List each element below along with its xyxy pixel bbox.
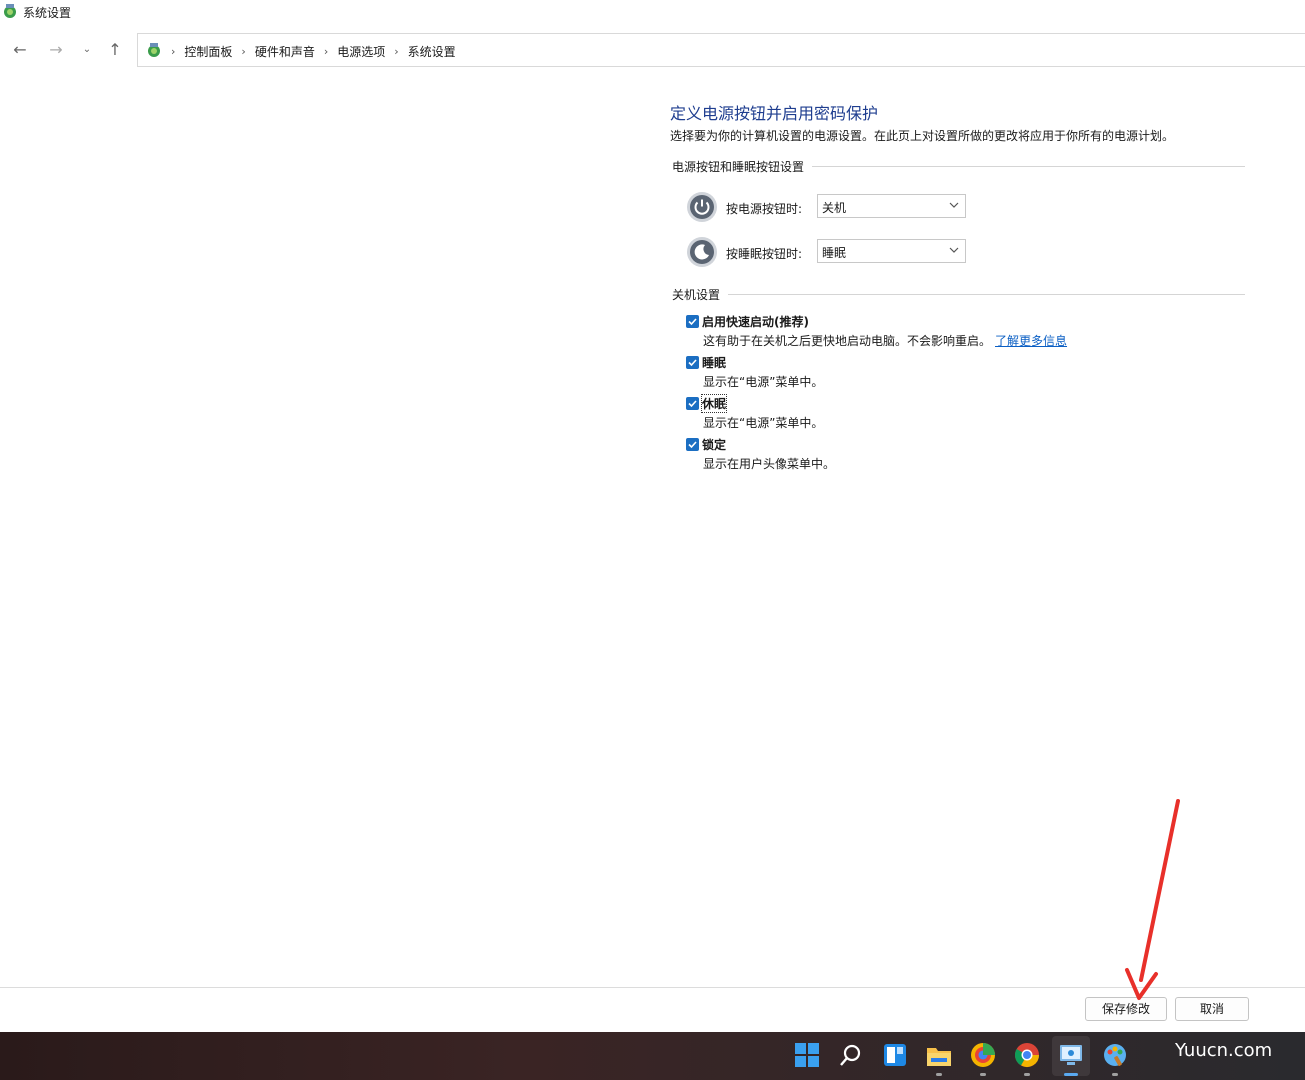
control-panel-icon bbox=[148, 43, 160, 57]
breadcrumb-control-panel[interactable]: 控制面板 bbox=[184, 43, 232, 60]
address-bar[interactable]: › 控制面板 › 硬件和声音 › 电源选项 › 系统设置 bbox=[137, 33, 1305, 67]
fast-startup-description: 这有助于在关机之后更快地启动电脑。不会影响重启。 了解更多信息 bbox=[703, 332, 1067, 349]
checkmark-icon bbox=[688, 400, 697, 408]
fast-startup-checkbox[interactable] bbox=[686, 315, 699, 328]
hibernate-checkbox[interactable] bbox=[686, 397, 699, 410]
active-indicator bbox=[1064, 1073, 1078, 1076]
select-value: 睡眠 bbox=[822, 246, 847, 260]
learn-more-link[interactable]: 了解更多信息 bbox=[995, 334, 1067, 348]
forward-arrow-icon[interactable]: → bbox=[47, 41, 65, 59]
photos-app-icon[interactable] bbox=[970, 1042, 996, 1068]
select-value: 关机 bbox=[822, 201, 847, 215]
back-arrow-icon[interactable]: ← bbox=[11, 41, 29, 59]
search-icon[interactable] bbox=[838, 1042, 864, 1068]
paint-app-icon[interactable] bbox=[1102, 1042, 1128, 1068]
sleep-button-row: 按睡眠按钮时: 睡眠 bbox=[686, 236, 986, 268]
sleep-label[interactable]: 睡眠 bbox=[702, 354, 726, 371]
power-button-label: 按电源按钮时: bbox=[726, 202, 803, 216]
chevron-down-icon bbox=[949, 247, 959, 253]
taskbar bbox=[0, 1032, 1305, 1080]
power-button-icon bbox=[687, 192, 717, 222]
section-header-label: 关机设置 bbox=[672, 288, 721, 302]
window-title: 系统设置 bbox=[23, 6, 72, 20]
hibernate-description: 显示在“电源”菜单中。 bbox=[703, 416, 824, 430]
breadcrumb-power-options[interactable]: 电源选项 bbox=[337, 43, 385, 60]
cancel-button[interactable]: 取消 bbox=[1175, 997, 1249, 1021]
footer-divider bbox=[0, 987, 1305, 988]
lock-checkbox[interactable] bbox=[686, 438, 699, 451]
running-indicator bbox=[980, 1073, 986, 1076]
title-bar: 系统设置 bbox=[0, 0, 1305, 24]
windows-start-icon[interactable] bbox=[794, 1042, 820, 1068]
checkmark-icon bbox=[688, 441, 697, 449]
checkmark-icon bbox=[688, 318, 697, 326]
control-panel-taskbar-icon[interactable] bbox=[1058, 1042, 1084, 1068]
breadcrumb: › 控制面板 › 硬件和声音 › 电源选项 › 系统设置 bbox=[171, 43, 456, 60]
sleep-button-action-select[interactable]: 睡眠 bbox=[817, 239, 966, 263]
sleep-button-label: 按睡眠按钮时: bbox=[726, 247, 803, 261]
power-button-row: 按电源按钮时: 关机 bbox=[686, 191, 986, 223]
power-buttons-section-header: 电源按钮和睡眠按钮设置 bbox=[672, 158, 1245, 175]
navigation-bar: ← → ⌄ ↑ › 控制面板 › 硬件和声音 › 电源选项 › 系统设置 bbox=[0, 32, 1305, 68]
page-description: 选择要为你的计算机设置的电源设置。在此页上对设置所做的更改将应用于你所有的电源计… bbox=[670, 129, 1175, 143]
sleep-checkbox[interactable] bbox=[686, 356, 699, 369]
chevron-right-icon[interactable]: › bbox=[241, 45, 245, 58]
file-explorer-icon[interactable] bbox=[926, 1042, 952, 1068]
watermark-text: Yuucn.com bbox=[1175, 1040, 1273, 1061]
lock-label[interactable]: 锁定 bbox=[702, 436, 726, 453]
sleep-description: 显示在“电源”菜单中。 bbox=[703, 375, 824, 389]
widgets-icon[interactable] bbox=[882, 1042, 908, 1068]
shutdown-section-header: 关机设置 bbox=[672, 286, 1245, 303]
sleep-button-icon bbox=[687, 237, 717, 267]
chevron-right-icon[interactable]: › bbox=[394, 45, 398, 58]
chevron-down-icon bbox=[949, 202, 959, 208]
recent-dropdown-chevron-icon[interactable]: ⌄ bbox=[78, 41, 96, 59]
control-panel-icon bbox=[4, 4, 16, 18]
section-header-label: 电源按钮和睡眠按钮设置 bbox=[672, 160, 805, 174]
chevron-right-icon[interactable]: › bbox=[171, 45, 175, 58]
page-title: 定义电源按钮并启用密码保护 bbox=[670, 104, 879, 123]
fast-startup-label[interactable]: 启用快速启动(推荐) bbox=[702, 313, 809, 330]
save-changes-button[interactable]: 保存修改 bbox=[1085, 997, 1167, 1021]
description-text: 这有助于在关机之后更快地启动电脑。不会影响重启。 bbox=[703, 334, 992, 348]
divider bbox=[812, 166, 1245, 167]
up-arrow-icon[interactable]: ↑ bbox=[106, 41, 124, 59]
divider bbox=[728, 294, 1245, 295]
power-button-action-select[interactable]: 关机 bbox=[817, 194, 966, 218]
checkmark-icon bbox=[688, 359, 697, 367]
running-indicator bbox=[1024, 1073, 1030, 1076]
lock-description: 显示在用户头像菜单中。 bbox=[703, 457, 836, 471]
running-indicator bbox=[936, 1073, 942, 1076]
hibernate-label[interactable]: 休眠 bbox=[700, 394, 728, 413]
breadcrumb-system-settings[interactable]: 系统设置 bbox=[408, 43, 456, 60]
running-indicator bbox=[1112, 1073, 1118, 1076]
breadcrumb-hardware-sound[interactable]: 硬件和声音 bbox=[255, 43, 315, 60]
chrome-browser-icon[interactable] bbox=[1014, 1042, 1040, 1068]
chevron-right-icon[interactable]: › bbox=[324, 45, 328, 58]
